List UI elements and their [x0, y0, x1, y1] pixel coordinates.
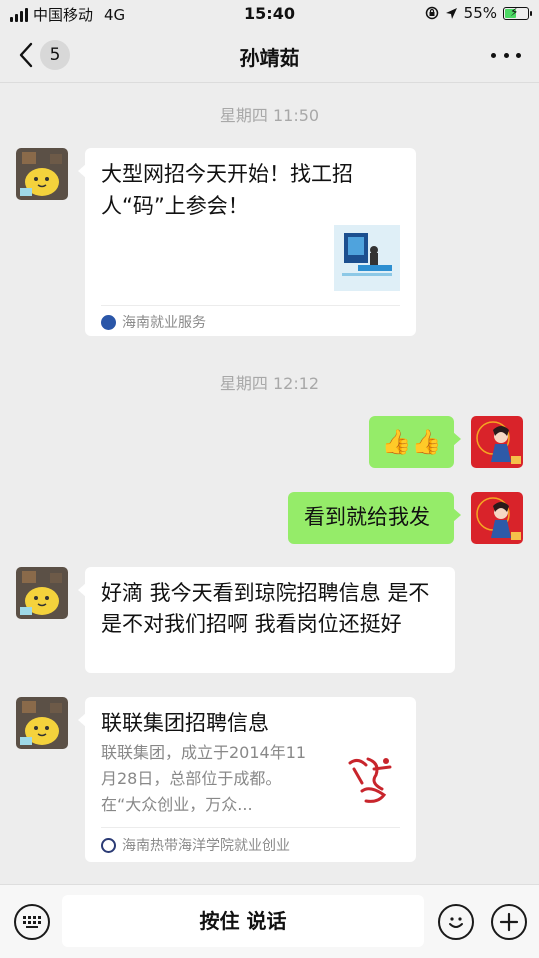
message-bubble-other[interactable]: 好滴 我今天看到琼院招聘信息 是不是不对我们招啊 我看岗位还挺好: [78, 567, 455, 673]
keyboard-icon: [23, 916, 41, 928]
message-bubble-self[interactable]: 👍👍: [369, 416, 461, 468]
plus-button[interactable]: [491, 904, 527, 940]
article-thumbnail: [334, 225, 400, 291]
battery-charging-icon: ⚡: [503, 4, 532, 20]
article-source: 海南热带海洋学院就业创业: [101, 835, 290, 855]
article-card[interactable]: 大型网招今天开始！找工招人“码”上参会！ 海南就业服务: [78, 148, 416, 336]
avatar[interactable]: [471, 492, 523, 544]
location-arrow-icon: [445, 7, 457, 19]
article-thumbnail: [340, 749, 402, 811]
cat-avatar-image: [16, 697, 68, 749]
cat-avatar-image: [16, 148, 68, 200]
chat-header: 5 孙靖茹: [0, 28, 539, 83]
girl-avatar-image: [471, 492, 523, 544]
card-divider: [101, 827, 400, 828]
card-divider: [101, 305, 400, 306]
timestamp: 星期四 12:12: [219, 374, 320, 393]
keyboard-button[interactable]: [14, 904, 50, 940]
avatar[interactable]: [16, 697, 68, 749]
emoji-icon: [449, 917, 463, 928]
message-text: 看到就给我发: [304, 505, 430, 529]
charging-bolt-icon: ⚡: [510, 4, 519, 19]
status-right: 55% ⚡: [425, 4, 532, 22]
article-title: 大型网招今天开始！找工招人“码”上参会！: [101, 162, 353, 218]
source-logo-icon: [101, 314, 116, 330]
timestamp: 星期四 11:50: [219, 106, 320, 125]
article-title: 联联集团招聘信息: [101, 711, 269, 735]
article-source-name: 海南热带海洋学院就业创业: [122, 838, 290, 854]
calligraphy-thumbnail: [340, 749, 402, 811]
message-text: 好滴 我今天看到琼院招聘信息 是不是不对我们招啊 我看岗位还挺好: [101, 581, 430, 636]
battery-percent: 55%: [463, 4, 497, 22]
avatar[interactable]: [471, 416, 523, 468]
lock-rotation-icon: [425, 6, 438, 20]
article-card[interactable]: 联联集团招聘信息 联联集团，成立于2014年11月28日，总部位于成都。在“大众…: [78, 697, 416, 862]
office-illustration: [342, 233, 392, 276]
more-dot: [503, 52, 509, 58]
source-logo-icon: [101, 837, 116, 853]
hold-to-talk-button[interactable]: 按住 说话: [62, 895, 424, 947]
message-bubble-self[interactable]: 看到就给我发: [288, 492, 461, 544]
more-button[interactable]: [491, 41, 521, 69]
article-description: 联联集团，成立于2014年11月28日，总部位于成都。在“大众创业，万众...: [101, 743, 307, 814]
emoji-button[interactable]: [438, 904, 474, 940]
plus-icon: [499, 912, 519, 932]
avatar[interactable]: [16, 567, 68, 619]
article-source: 海南就业服务: [101, 312, 206, 332]
girl-avatar-image: [471, 416, 523, 468]
cat-avatar-image: [16, 567, 68, 619]
avatar[interactable]: [16, 148, 68, 200]
message-text: 👍👍: [381, 428, 442, 456]
chat-title: 孙靖茹: [239, 46, 300, 70]
input-bar: 按住 说话: [0, 884, 539, 958]
article-source-name: 海南就业服务: [122, 315, 206, 331]
more-dots-icon: [491, 52, 496, 58]
more-dot: [516, 52, 521, 58]
status-bar: 中国移动 4G 15:40 55% ⚡: [0, 0, 539, 28]
